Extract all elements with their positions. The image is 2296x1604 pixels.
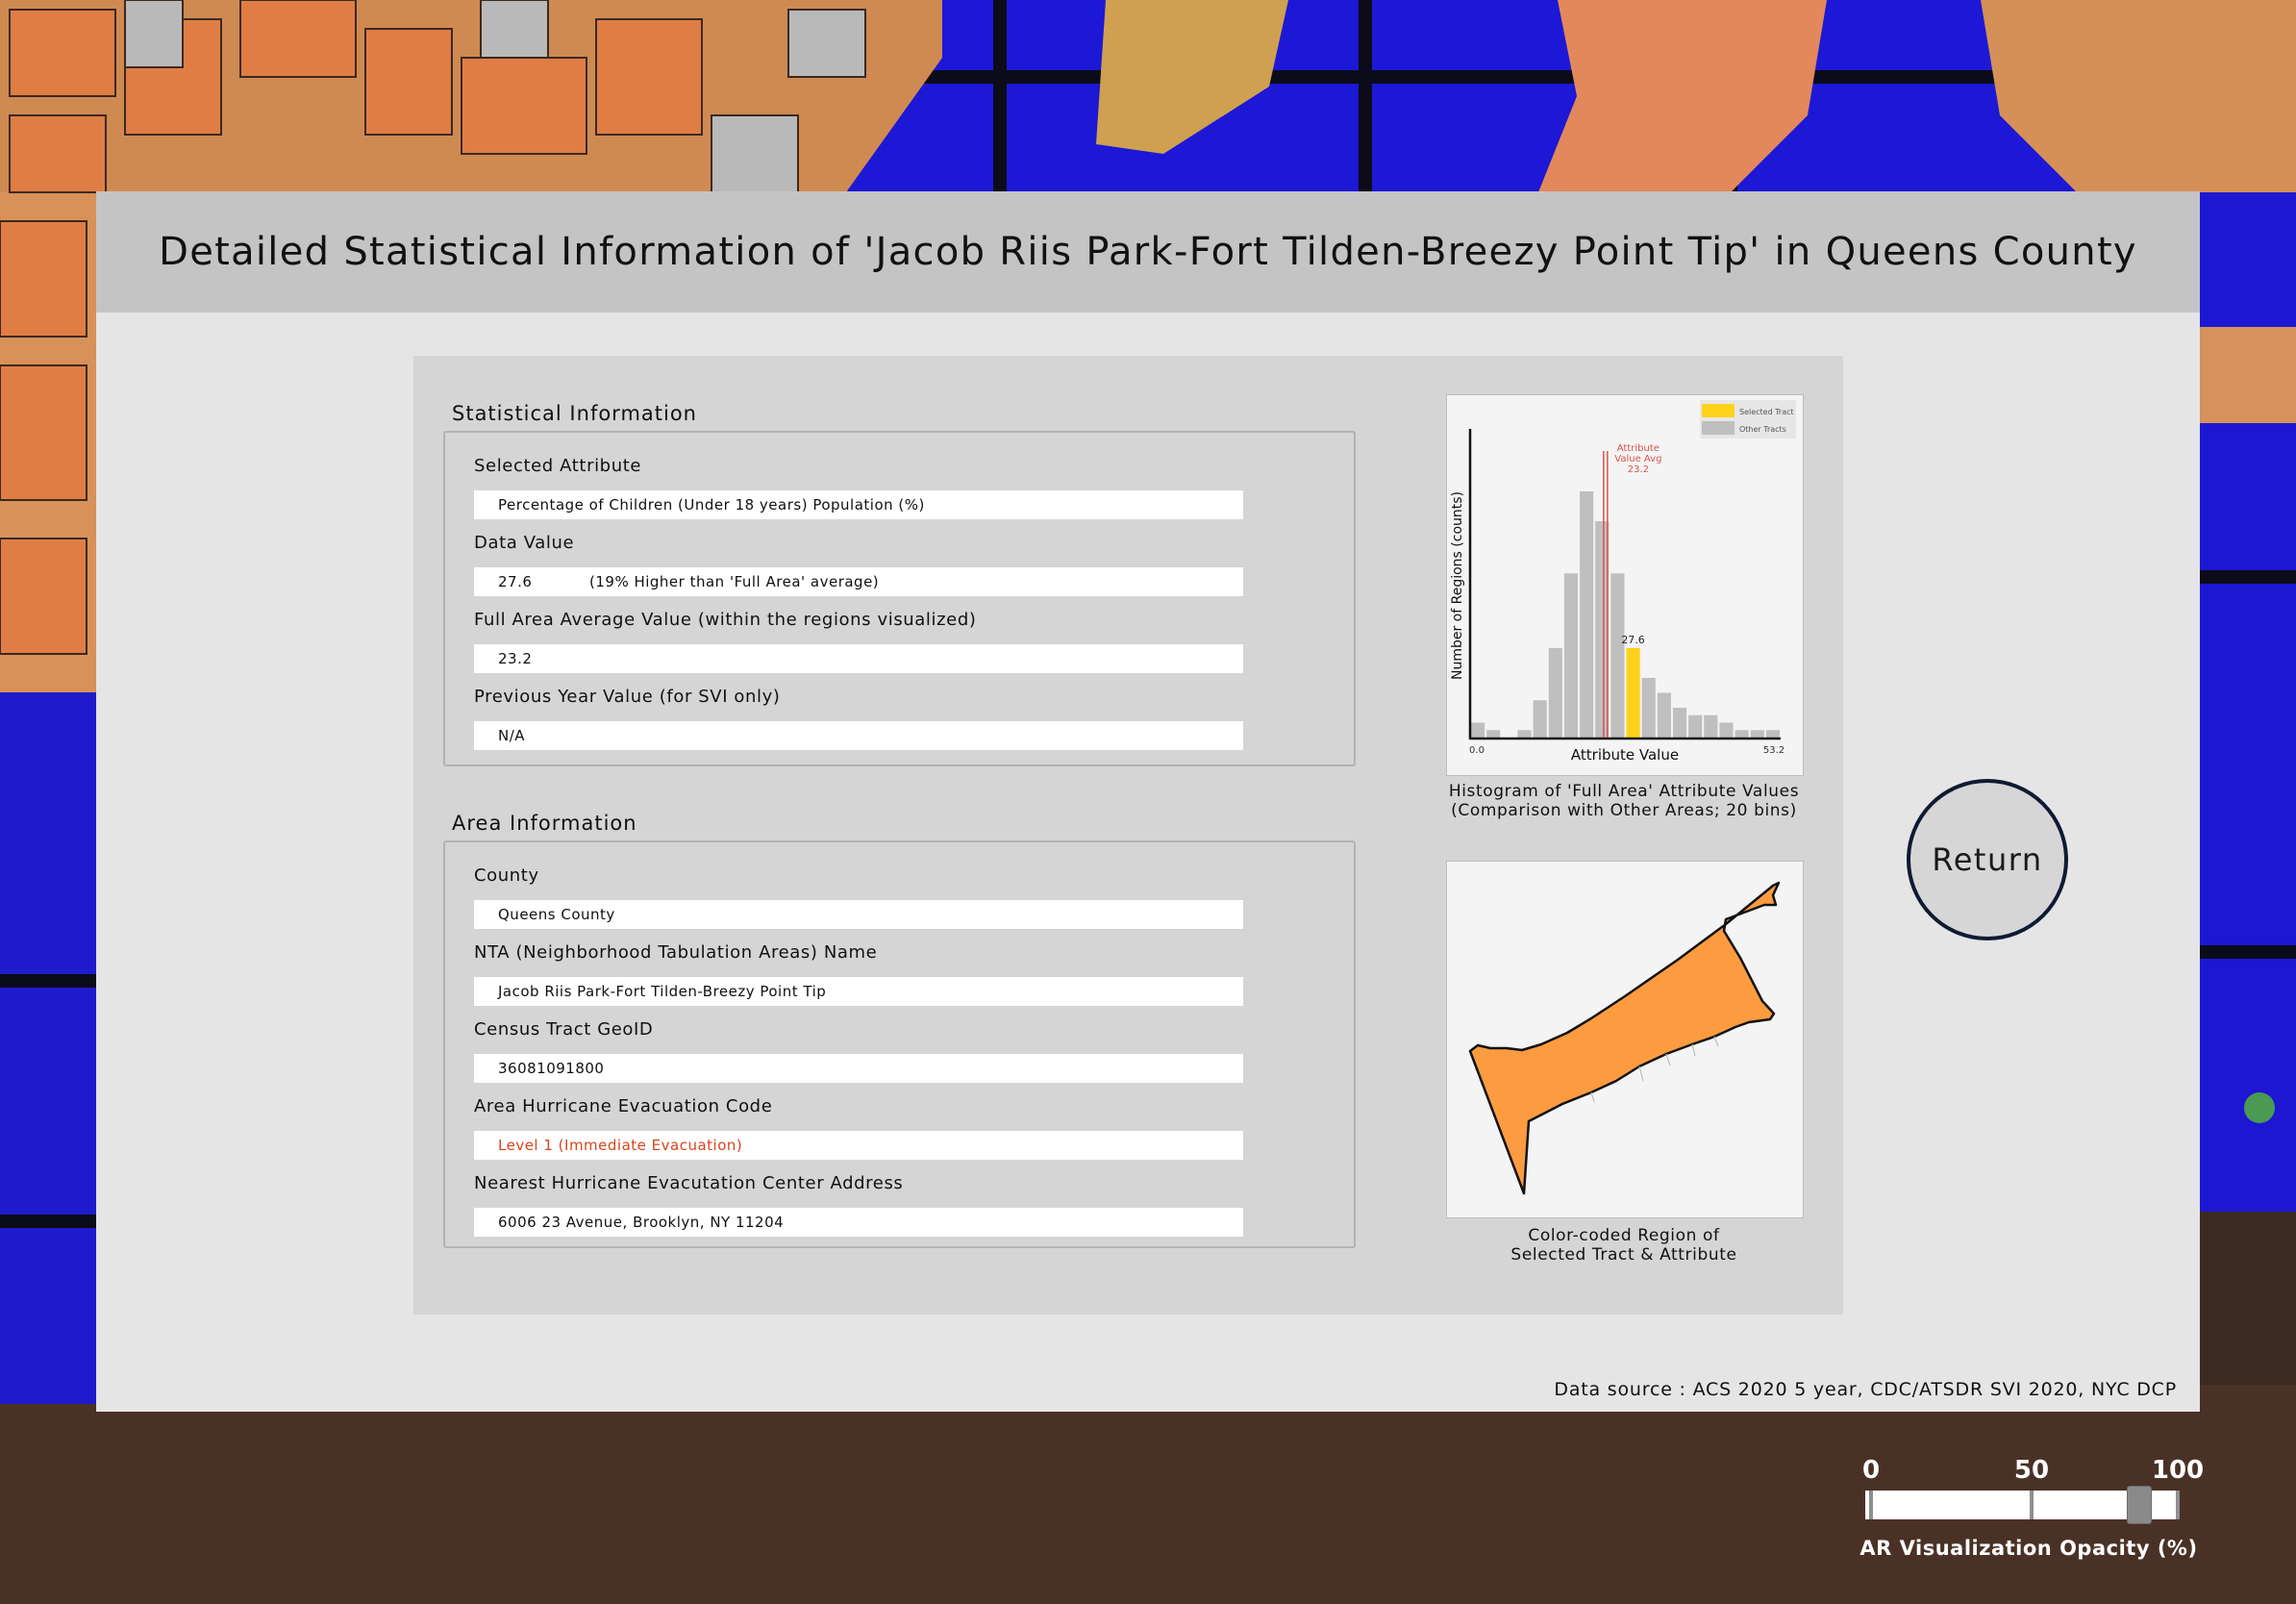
histogram-bar-selected — [1626, 647, 1640, 738]
histogram-caption: Histogram of 'Full Area' Attribute Value… — [1432, 782, 1816, 820]
x-tick-label-min: 0.0 — [1469, 745, 1485, 756]
field-text: Queens County — [498, 906, 615, 923]
histogram-bar — [1657, 692, 1671, 738]
legend-label-other: Other Tracts — [1739, 425, 1786, 434]
histogram-bar — [1580, 491, 1594, 738]
histogram-bar — [1471, 722, 1485, 738]
histogram-bar — [1548, 647, 1562, 738]
histogram-bar — [1610, 573, 1625, 738]
statistical-info-group: Selected Attribute Percentage of Childre… — [443, 431, 1356, 766]
statistical-info-heading: Statistical Information — [452, 402, 697, 425]
field-text: 36081091800 — [498, 1060, 605, 1077]
slider-tick-mark — [1869, 1491, 1873, 1519]
slider-label: AR Visualization Opacity (%) — [1859, 1537, 2198, 1560]
field-text: 27.6 — [498, 573, 533, 590]
legend-label-selected: Selected Tract — [1739, 408, 1794, 416]
selected-value-label: 27.6 — [1621, 634, 1645, 646]
histogram-bar — [1672, 707, 1687, 738]
slider-thumb[interactable] — [2126, 1486, 2152, 1524]
field-value-selected-attribute: Percentage of Children (Under 18 years) … — [474, 490, 1243, 519]
map-caption: Color-coded Region of Selected Tract & A… — [1432, 1226, 1816, 1265]
field-value-previous-year: N/A — [474, 721, 1243, 750]
histogram-caption-line1: Histogram of 'Full Area' Attribute Value… — [1448, 782, 1800, 801]
histogram-bar — [1765, 730, 1780, 738]
field-text: 23.2 — [498, 650, 533, 667]
slider-tick-label-100: 100 — [2151, 1456, 2205, 1485]
average-label: 23.2 — [1628, 464, 1649, 475]
map-caption-line2: Selected Tract & Attribute — [1510, 1245, 1737, 1265]
x-tick-label-max: 53.2 — [1763, 745, 1784, 756]
slider-tick-mark — [2176, 1491, 2180, 1519]
field-label-nta: NTA (Neighborhood Tabulation Areas) Name — [474, 942, 878, 963]
histogram-bar — [1688, 714, 1703, 738]
histogram-bar — [1750, 730, 1764, 738]
map-caption-line1: Color-coded Region of — [1528, 1226, 1720, 1245]
histogram-bar — [1734, 730, 1749, 738]
histogram-bar — [1719, 722, 1734, 738]
average-label: Value Avg — [1614, 454, 1661, 464]
field-label-selected-attribute: Selected Attribute — [474, 456, 642, 476]
field-label-geoid: Census Tract GeoID — [474, 1019, 654, 1040]
field-label-evacuation-code: Area Hurricane Evacuation Code — [474, 1096, 773, 1116]
legend-swatch-selected — [1702, 404, 1734, 417]
slider-tick-label-0: 0 — [1861, 1456, 1881, 1485]
field-value-data-value: 27.6 (19% Higher than 'Full Area' averag… — [474, 567, 1243, 596]
tract-map-box — [1446, 861, 1804, 1218]
page-title: Detailed Statistical Information of 'Jac… — [159, 230, 2137, 274]
field-text: Level 1 (Immediate Evacuation) — [498, 1137, 743, 1154]
histogram-box: Number of Regions (counts) Attribute Val… — [1446, 394, 1804, 776]
field-text: 6006 23 Avenue, Brooklyn, NY 11204 — [498, 1214, 785, 1231]
field-label-evacuation-center: Nearest Hurricane Evacutation Center Add… — [474, 1173, 904, 1193]
field-label-previous-year: Previous Year Value (for SVI only) — [474, 687, 781, 707]
field-value-nta: Jacob Riis Park-Fort Tilden-Breezy Point… — [474, 977, 1243, 1006]
field-label-county: County — [474, 865, 539, 886]
panel-header: Detailed Statistical Information of 'Jac… — [96, 191, 2200, 313]
y-axis-label: Number of Regions (counts) — [1450, 491, 1465, 680]
area-info-heading: Area Information — [452, 812, 637, 835]
slider-tick-label-50: 50 — [2013, 1456, 2050, 1485]
return-button[interactable]: Return — [1907, 779, 2068, 940]
average-label: Attribute — [1617, 443, 1660, 454]
field-value-evacuation-code: Level 1 (Immediate Evacuation) — [474, 1131, 1243, 1160]
content-area: Statistical Information Selected Attribu… — [413, 356, 1843, 1315]
field-value-evacuation-center: 6006 23 Avenue, Brooklyn, NY 11204 — [474, 1208, 1243, 1237]
histogram-bar — [1563, 573, 1579, 738]
field-label-average: Full Area Average Value (within the regi… — [474, 610, 977, 630]
field-text: N/A — [498, 727, 526, 744]
field-value-county: Queens County — [474, 900, 1243, 929]
slider-tick-mark — [2030, 1491, 2034, 1519]
tract-polygon — [1468, 881, 1781, 1195]
histogram-bar — [1517, 730, 1532, 738]
comparison-note: (19% Higher than 'Full Area' average) — [589, 573, 880, 590]
data-source-note: Data source : ACS 2020 5 year, CDC/ATSDR… — [1554, 1379, 2177, 1400]
histogram-chart: Number of Regions (counts) Attribute Val… — [1450, 400, 1796, 764]
legend-swatch-other — [1702, 421, 1734, 435]
field-text: Percentage of Children (Under 18 years) … — [498, 496, 925, 514]
x-axis-label: Attribute Value — [1571, 746, 1679, 764]
histogram-bar — [1704, 714, 1718, 738]
area-info-group: County Queens County NTA (Neighborhood T… — [443, 840, 1356, 1248]
opacity-slider[interactable]: 0 50 100 AR Visualization Opacity (%) — [1856, 1452, 2205, 1567]
histogram-bar — [1641, 677, 1656, 738]
chart-legend: Selected Tract Other Tracts — [1700, 400, 1796, 439]
tract-shape-map — [1468, 881, 1781, 1195]
field-text: Jacob Riis Park-Fort Tilden-Breezy Point… — [498, 983, 827, 1000]
histogram-bar — [1486, 730, 1501, 738]
histogram-bar — [1533, 700, 1547, 738]
field-value-geoid: 36081091800 — [474, 1054, 1243, 1083]
histogram-caption-line2: (Comparison with Other Areas; 20 bins) — [1451, 801, 1797, 820]
field-value-average: 23.2 — [474, 644, 1243, 673]
detail-panel: Detailed Statistical Information of 'Jac… — [96, 191, 2200, 1412]
field-label-data-value: Data Value — [474, 533, 575, 553]
